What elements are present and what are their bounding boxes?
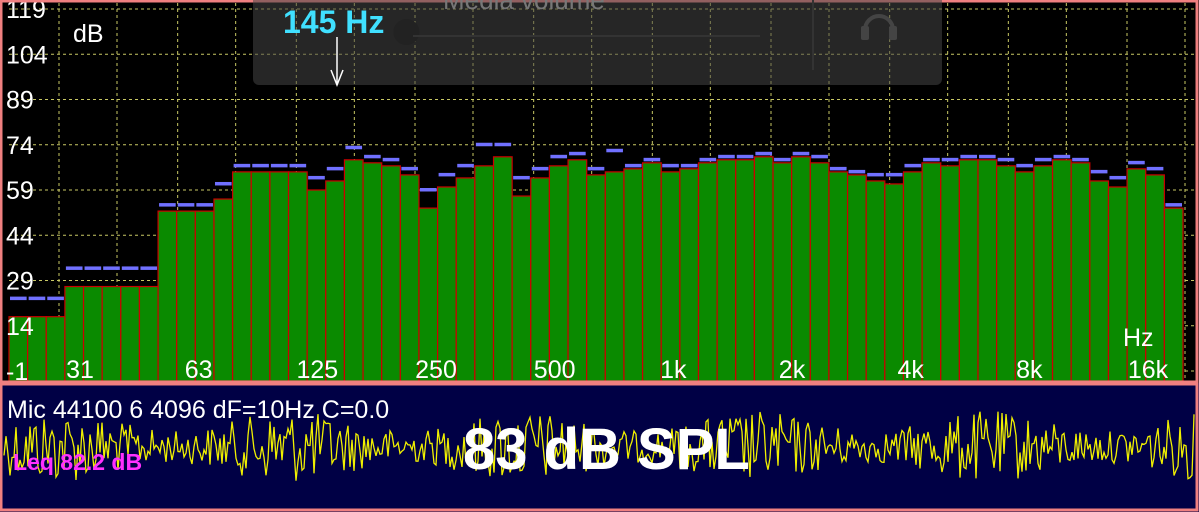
- leq-text: Leq 82.2 dB: [13, 449, 142, 475]
- peak-annotation: 145 Hz: [283, 4, 384, 88]
- spl-readout: 83 dB SPL: [463, 417, 750, 482]
- peak-frequency-label: 145 Hz: [283, 4, 384, 40]
- mic-info-text: Mic 44100 6 4096 dF=10Hz C=0.0: [7, 396, 389, 424]
- waveform-panel: Mic 44100 6 4096 dF=10Hz C=0.0 Leq 82.2 …: [0, 383, 1199, 512]
